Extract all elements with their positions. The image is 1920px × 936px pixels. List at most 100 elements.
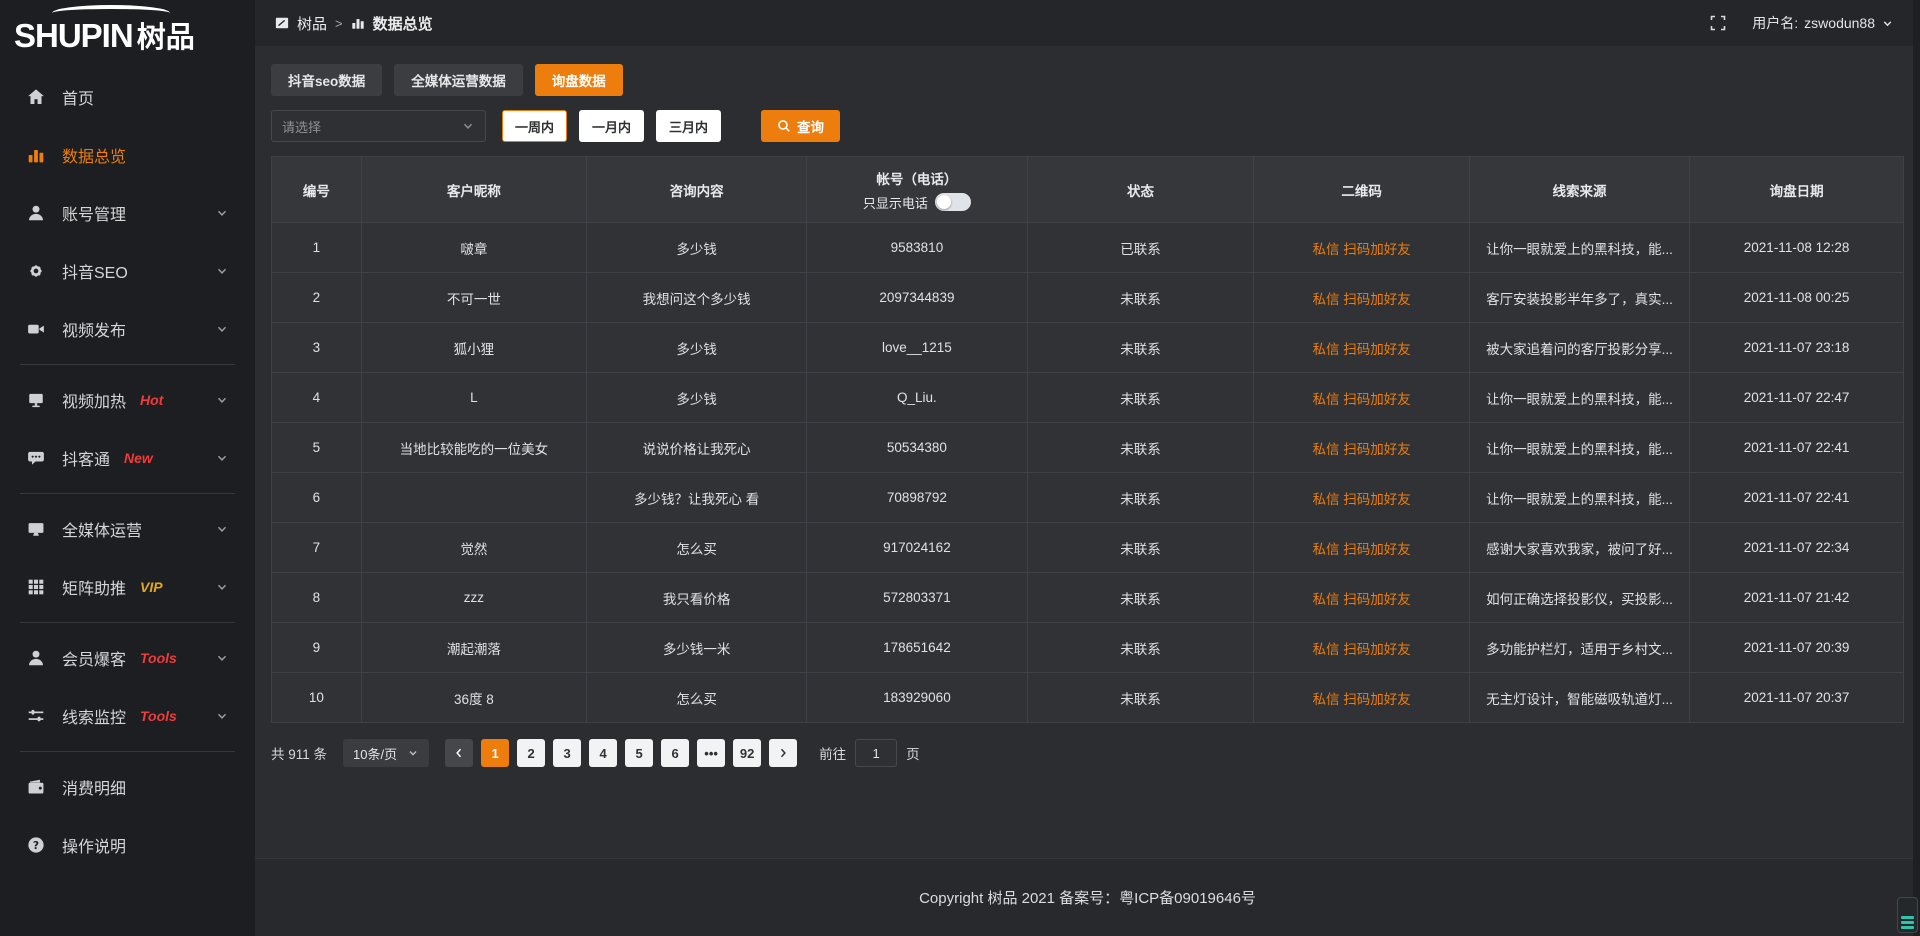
scan-add-friend-link[interactable]: 扫码加好友: [1343, 592, 1411, 607]
tab-douyin-seo-data[interactable]: 抖音seo数据: [271, 64, 382, 96]
scan-add-friend-link[interactable]: 扫码加好友: [1343, 342, 1411, 357]
source-link[interactable]: 无主灯设计，智能磁吸轨道灯...: [1469, 673, 1689, 723]
page-ellipsis-button[interactable]: •••: [697, 739, 725, 767]
range-month-button[interactable]: 一月内: [579, 110, 644, 142]
source-link[interactable]: 让你一眼就爱上的黑科技，能...: [1469, 223, 1689, 273]
sidebar-item-home[interactable]: 首页: [0, 68, 255, 126]
private-msg-link[interactable]: 私信: [1313, 242, 1340, 257]
page-button-3[interactable]: 3: [553, 739, 581, 767]
query-button[interactable]: 查询: [761, 110, 840, 142]
private-msg-link[interactable]: 私信: [1313, 342, 1340, 357]
chevron-down-icon: [215, 264, 229, 278]
sidebar-item-help[interactable]: ? 操作说明: [0, 816, 255, 874]
range-quarter-button[interactable]: 三月内: [656, 110, 721, 142]
scan-add-friend-link[interactable]: 扫码加好友: [1343, 442, 1411, 457]
sidebar-item-label: 视频发布: [62, 317, 126, 341]
scan-add-friend-link[interactable]: 扫码加好友: [1343, 492, 1411, 507]
tab-omnimedia-data[interactable]: 全媒体运营数据: [394, 64, 523, 96]
user-menu[interactable]: 用户名: zswodun88: [1752, 13, 1894, 33]
goto-page: 前往 页: [819, 739, 920, 767]
fullscreen-icon[interactable]: [1710, 15, 1726, 31]
scan-add-friend-link[interactable]: 扫码加好友: [1343, 242, 1411, 257]
cell-nickname: 不可一世: [361, 273, 586, 323]
page-button-5[interactable]: 5: [625, 739, 653, 767]
page-button-1[interactable]: 1: [481, 739, 509, 767]
scrollbar-track[interactable]: [1913, 0, 1920, 936]
cell-no: 2: [272, 273, 362, 323]
cell-nickname: 啵章: [361, 223, 586, 273]
cell-account: 183929060: [807, 673, 1027, 723]
page-button-4[interactable]: 4: [589, 739, 617, 767]
table-row: 8 zzz 我只看价格 572803371 未联系 私信 扫码加好友 如何正确选…: [272, 573, 1904, 623]
source-link[interactable]: 客厅安装投影半年多了，真实...: [1469, 273, 1689, 323]
sidebar-item-spend-detail[interactable]: 消费明细: [0, 758, 255, 816]
breadcrumb-root[interactable]: 树品: [297, 13, 327, 34]
page-button-6[interactable]: 6: [661, 739, 689, 767]
chevron-down-icon: [215, 322, 229, 336]
hot-badge: Hot: [140, 392, 163, 408]
goto-page-input[interactable]: [855, 739, 897, 767]
tab-inquiry-data[interactable]: 询盘数据: [535, 64, 623, 96]
source-link[interactable]: 让你一眼就爱上的黑科技，能...: [1469, 423, 1689, 473]
topbar: 树品 > 数据总览 用户名: zswodun88: [255, 0, 1920, 46]
goto-label: 前往: [819, 743, 846, 763]
home-icon: [26, 87, 46, 107]
page-size-select[interactable]: 10条/页: [343, 739, 429, 767]
next-page-button[interactable]: [769, 739, 797, 767]
pagination: 共 911 条 10条/页 1 2 3 4 5 6 ••• 92 前往 页: [271, 739, 1904, 767]
table-row: 7 觉然 怎么买 917024162 未联系 私信 扫码加好友 感谢大家喜欢我家…: [272, 523, 1904, 573]
chat-widget[interactable]: [1897, 897, 1918, 933]
private-msg-link[interactable]: 私信: [1313, 542, 1340, 557]
cell-date: 2021-11-08 12:28: [1690, 223, 1904, 273]
account-header-title: 帐号（电话）: [807, 168, 1026, 188]
col-header-source: 线索来源: [1469, 157, 1689, 223]
scan-add-friend-link[interactable]: 扫码加好友: [1343, 392, 1411, 407]
cell-qr: 私信 扫码加好友: [1254, 423, 1469, 473]
source-link[interactable]: 让你一眼就爱上的黑科技，能...: [1469, 373, 1689, 423]
phone-only-toggle[interactable]: [935, 193, 971, 211]
sidebar-item-account-mgmt[interactable]: 账号管理: [0, 184, 255, 242]
source-link[interactable]: 感谢大家喜欢我家，被问了好...: [1469, 523, 1689, 573]
sidebar-item-data-overview[interactable]: 数据总览: [0, 126, 255, 184]
cell-content: 多少钱: [586, 323, 806, 373]
cell-date: 2021-11-07 22:41: [1690, 473, 1904, 523]
sidebar-item-omnimedia[interactable]: 全媒体运营: [0, 500, 255, 558]
chevron-down-icon: [1881, 17, 1894, 30]
sidebar-item-label: 操作说明: [62, 833, 126, 857]
vip-badge: VIP: [140, 579, 163, 595]
col-header-date: 询盘日期: [1690, 157, 1904, 223]
private-msg-link[interactable]: 私信: [1313, 392, 1340, 407]
sidebar-item-doukestong[interactable]: 抖客通 New: [0, 429, 255, 487]
source-link[interactable]: 让你一眼就爱上的黑科技，能...: [1469, 473, 1689, 523]
sidebar-item-douyin-seo[interactable]: 抖音SEO: [0, 242, 255, 300]
private-msg-link[interactable]: 私信: [1313, 492, 1340, 507]
tools-badge: Tools: [140, 650, 177, 666]
private-msg-link[interactable]: 私信: [1313, 442, 1340, 457]
cell-no: 4: [272, 373, 362, 423]
sidebar-item-member-blast[interactable]: 会员爆客 Tools: [0, 629, 255, 687]
sidebar-menu: 首页 数据总览 账号管理 抖音SEO 视频发布: [0, 68, 255, 874]
account-select[interactable]: 请选择: [271, 110, 486, 142]
sidebar-item-lead-monitor[interactable]: 线索监控 Tools: [0, 687, 255, 745]
sidebar-item-matrix-boost[interactable]: 矩阵助推 VIP: [0, 558, 255, 616]
chat-bubble-icon: [26, 448, 46, 468]
scan-add-friend-link[interactable]: 扫码加好友: [1343, 692, 1411, 707]
private-msg-link[interactable]: 私信: [1313, 692, 1340, 707]
scan-add-friend-link[interactable]: 扫码加好友: [1343, 292, 1411, 307]
sidebar-item-video-publish[interactable]: 视频发布: [0, 300, 255, 358]
sidebar-item-video-heat[interactable]: 视频加热 Hot: [0, 371, 255, 429]
prev-page-button[interactable]: [445, 739, 473, 767]
private-msg-link[interactable]: 私信: [1313, 592, 1340, 607]
source-link[interactable]: 被大家追着问的客厅投影分享...: [1469, 323, 1689, 373]
scan-add-friend-link[interactable]: 扫码加好友: [1343, 542, 1411, 557]
range-week-button[interactable]: 一周内: [502, 110, 567, 142]
private-msg-link[interactable]: 私信: [1313, 642, 1340, 657]
private-msg-link[interactable]: 私信: [1313, 292, 1340, 307]
sidebar-divider: [20, 493, 235, 494]
source-link[interactable]: 如何正确选择投影仪，买投影...: [1469, 573, 1689, 623]
cell-nickname: 当地比较能吃的一位美女: [361, 423, 586, 473]
source-link[interactable]: 多功能护栏灯，适用于乡村文...: [1469, 623, 1689, 673]
page-button-2[interactable]: 2: [517, 739, 545, 767]
scan-add-friend-link[interactable]: 扫码加好友: [1343, 642, 1411, 657]
page-button-92[interactable]: 92: [733, 739, 761, 767]
